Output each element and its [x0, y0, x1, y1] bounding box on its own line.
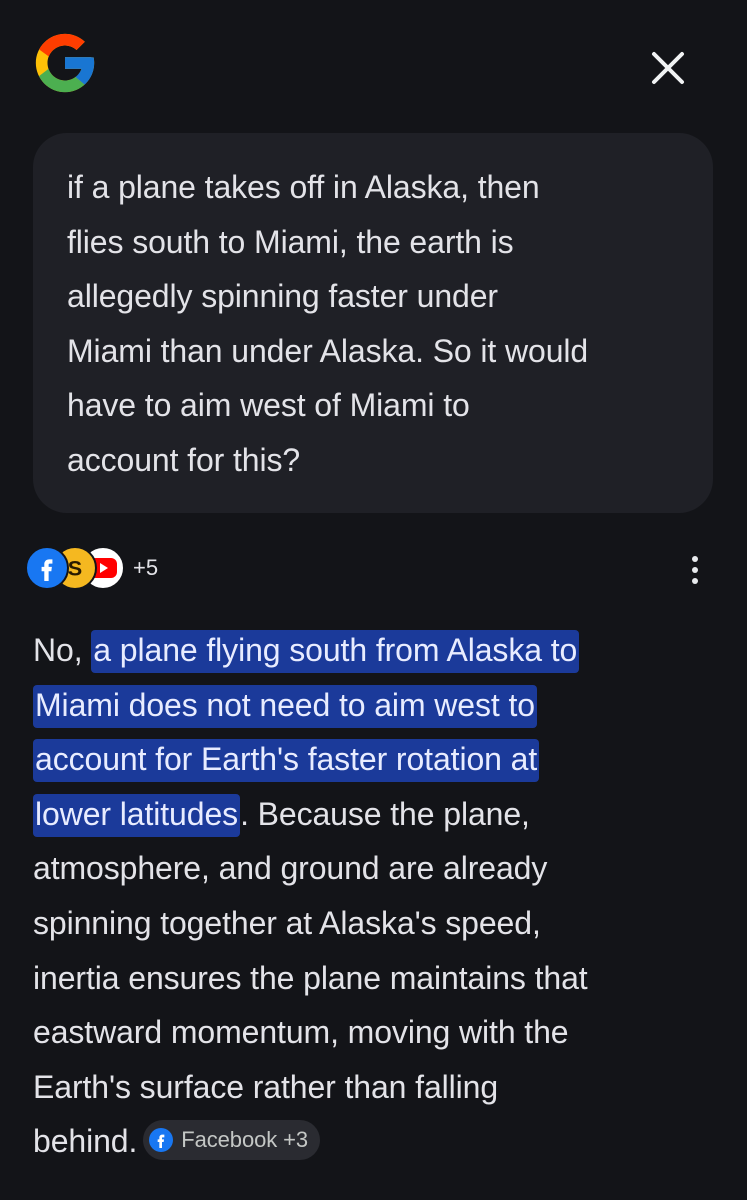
answer-line: account for Earth's faster rotation at	[33, 732, 693, 787]
ai-answer: No, a plane flying south from Alaska to …	[33, 623, 693, 1169]
answer-line: No, a plane flying south from Alaska to	[33, 623, 693, 678]
answer-line: inertia ensures the plane maintains that	[33, 959, 588, 996]
facebook-icon	[149, 1127, 174, 1152]
answer-line: lower latitudes. Because the plane,	[33, 787, 693, 842]
sources-row[interactable]: S +5	[25, 545, 158, 591]
answer-line: eastward momentum, moving with the	[33, 1014, 569, 1051]
sources-extra-count: +5	[133, 555, 159, 580]
answer-line: spinning together at Alaska's speed,	[33, 904, 541, 941]
answer-line: Miami does not need to aim west to	[33, 678, 693, 733]
close-button[interactable]	[642, 42, 694, 94]
query-line: Miami than under Alaska. So it would	[67, 332, 589, 369]
google-logo-icon[interactable]	[30, 28, 100, 98]
answer-highlight[interactable]: a plane flying south from Alaska to	[91, 630, 580, 673]
facebook-icon	[25, 546, 69, 590]
source-chip[interactable]: Facebook +3	[143, 1119, 321, 1160]
answer-text: behind.	[33, 1123, 138, 1160]
query-text: if a plane takes off in Alaska, then fli…	[67, 160, 683, 488]
answer-highlight[interactable]: lower latitudes	[33, 793, 241, 837]
close-icon	[652, 52, 684, 84]
answer-highlight[interactable]: account for Earth's faster rotation at	[33, 739, 540, 783]
answer-highlight[interactable]: Miami does not need to aim west to	[33, 684, 537, 728]
more-vert-icon-dot	[692, 556, 698, 562]
answer-line: behind. Facebook +3	[33, 1114, 693, 1169]
svg-text:S: S	[68, 556, 82, 581]
answer-line: atmosphere, and ground are already	[33, 850, 548, 887]
more-vert-icon-dot	[692, 567, 698, 573]
more-options-button[interactable]	[680, 550, 710, 590]
query-line: if a plane takes off in Alaska, then	[67, 169, 540, 205]
query-line: account for this?	[67, 441, 301, 478]
query-bubble: if a plane takes off in Alaska, then fli…	[33, 133, 713, 513]
query-line: flies south to Miami, the earth is	[67, 223, 514, 260]
answer-intro: No,	[33, 632, 92, 668]
answer-line: Earth's surface rather than falling	[33, 1068, 499, 1105]
source-chip-label: Facebook +3	[181, 1126, 309, 1152]
query-line: have to aim west of Miami to	[67, 387, 470, 424]
query-line: allegedly spinning faster under	[67, 278, 498, 315]
more-vert-icon-dot	[692, 578, 698, 584]
answer-text: . Because the plane,	[240, 795, 530, 832]
